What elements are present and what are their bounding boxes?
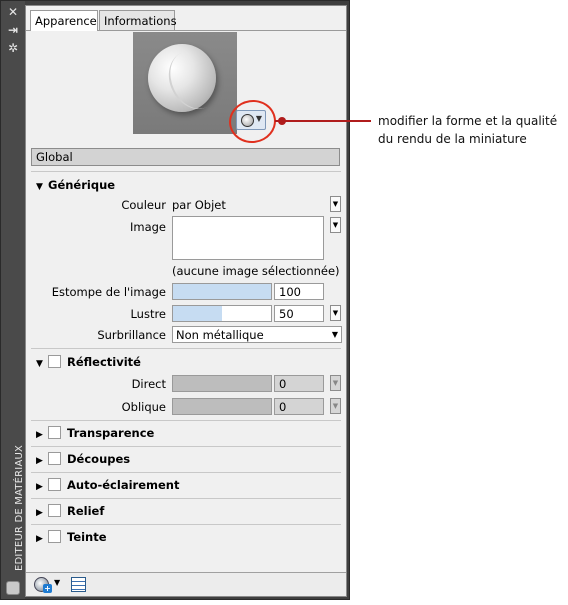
oblique-slider[interactable]	[172, 398, 272, 415]
expand-down-icon[interactable]: ▼	[36, 182, 48, 192]
tab-apparence[interactable]: Apparence	[30, 10, 98, 31]
divider	[31, 420, 341, 421]
teinte-checkbox[interactable]	[48, 530, 61, 543]
oblique-dropdown[interactable]: ▼	[330, 398, 341, 414]
annotation-line-1: modifier la forme et la qualité	[378, 114, 558, 128]
estompe-input[interactable]: 100	[274, 283, 324, 300]
divider	[31, 171, 341, 172]
oblique-input[interactable]: 0	[274, 398, 324, 415]
divider	[31, 472, 341, 473]
direct-dropdown[interactable]: ▼	[330, 375, 341, 391]
palette-icon	[6, 581, 20, 595]
properties-icon[interactable]: ✲	[5, 41, 21, 55]
material-thumbnail	[133, 32, 237, 134]
image-label: Image	[129, 220, 166, 234]
divider	[31, 524, 341, 525]
section-generique[interactable]: ▼ Générique	[36, 178, 115, 192]
section-auto-eclairement[interactable]: ▶ Auto-éclairement	[36, 478, 179, 492]
annotation-leader-line	[275, 120, 371, 122]
transparence-checkbox[interactable]	[48, 426, 61, 439]
couleur-dropdown[interactable]: ▼	[330, 196, 341, 212]
section-relief[interactable]: ▶ Relief	[36, 504, 104, 518]
surbrillance-label: Surbrillance	[97, 328, 166, 342]
material-browser-icon[interactable]	[71, 577, 86, 592]
relief-checkbox[interactable]	[48, 504, 61, 517]
annotation-line-2: du rendu de la miniature	[378, 132, 527, 146]
direct-input[interactable]: 0	[274, 375, 324, 392]
lustre-fill	[173, 306, 222, 321]
direct-label: Direct	[131, 377, 166, 391]
section-reflectivite[interactable]: ▼ Réflectivité	[36, 355, 141, 369]
divider	[31, 446, 341, 447]
close-icon[interactable]: ✕	[5, 5, 21, 19]
lustre-slider[interactable]	[172, 305, 272, 322]
palette-title: EDITEUR DE MATÉRIAUX	[14, 444, 25, 571]
couleur-label: Couleur	[121, 198, 166, 212]
lustre-input[interactable]: 50	[274, 305, 324, 322]
bottom-toolbar: + ▼	[26, 572, 346, 596]
plus-icon: +	[43, 584, 52, 593]
estompe-label: Estompe de l'image	[51, 285, 166, 299]
annotation-leader-dot	[278, 117, 286, 125]
estompe-fill	[173, 284, 271, 299]
expand-right-icon[interactable]: ▶	[36, 534, 48, 544]
image-dropdown[interactable]: ▼	[330, 217, 341, 233]
image-slot[interactable]	[172, 216, 324, 260]
chevron-down-icon: ▼	[331, 330, 338, 339]
tab-informations[interactable]: Informations	[99, 10, 177, 30]
expand-right-icon[interactable]: ▶	[36, 430, 48, 440]
surbrillance-select[interactable]: Non métallique ▼	[172, 326, 342, 343]
estompe-slider[interactable]	[172, 283, 272, 300]
image-caption: (aucune image sélectionnée)	[172, 264, 340, 278]
decoupes-checkbox[interactable]	[48, 452, 61, 465]
global-field[interactable]: Global	[31, 148, 340, 166]
palette-content: Apparence Informations Global ▼ Générique…	[25, 5, 347, 597]
reflectivite-checkbox[interactable]	[48, 355, 61, 368]
lustre-label: Lustre	[130, 307, 166, 321]
section-decoupes[interactable]: ▶ Découpes	[36, 452, 130, 466]
auto-eclairement-checkbox[interactable]	[48, 478, 61, 491]
section-transparence[interactable]: ▶ Transparence	[36, 426, 154, 440]
expand-down-icon[interactable]: ▼	[36, 359, 48, 369]
divider	[31, 348, 341, 349]
direct-slider[interactable]	[172, 375, 272, 392]
autohide-icon[interactable]: ⇥	[5, 23, 21, 37]
material-editor-palette: ✕ ⇥ ✲ EDITEUR DE MATÉRIAUX Apparence Inf…	[0, 0, 350, 600]
lustre-dropdown[interactable]: ▼	[330, 305, 341, 321]
oblique-label: Oblique	[121, 400, 166, 414]
expand-right-icon[interactable]: ▶	[36, 456, 48, 466]
palette-title-bar: ✕ ⇥ ✲ EDITEUR DE MATÉRIAUX	[1, 1, 25, 599]
expand-right-icon[interactable]: ▶	[36, 508, 48, 518]
chevron-down-icon[interactable]: ▼	[54, 578, 60, 587]
preview-sphere	[148, 42, 229, 118]
couleur-value[interactable]: par Objet	[172, 198, 226, 212]
divider	[31, 498, 341, 499]
section-teinte[interactable]: ▶ Teinte	[36, 530, 107, 544]
expand-right-icon[interactable]: ▶	[36, 482, 48, 492]
annotation-text: modifier la forme et la qualité du rendu…	[378, 112, 566, 148]
